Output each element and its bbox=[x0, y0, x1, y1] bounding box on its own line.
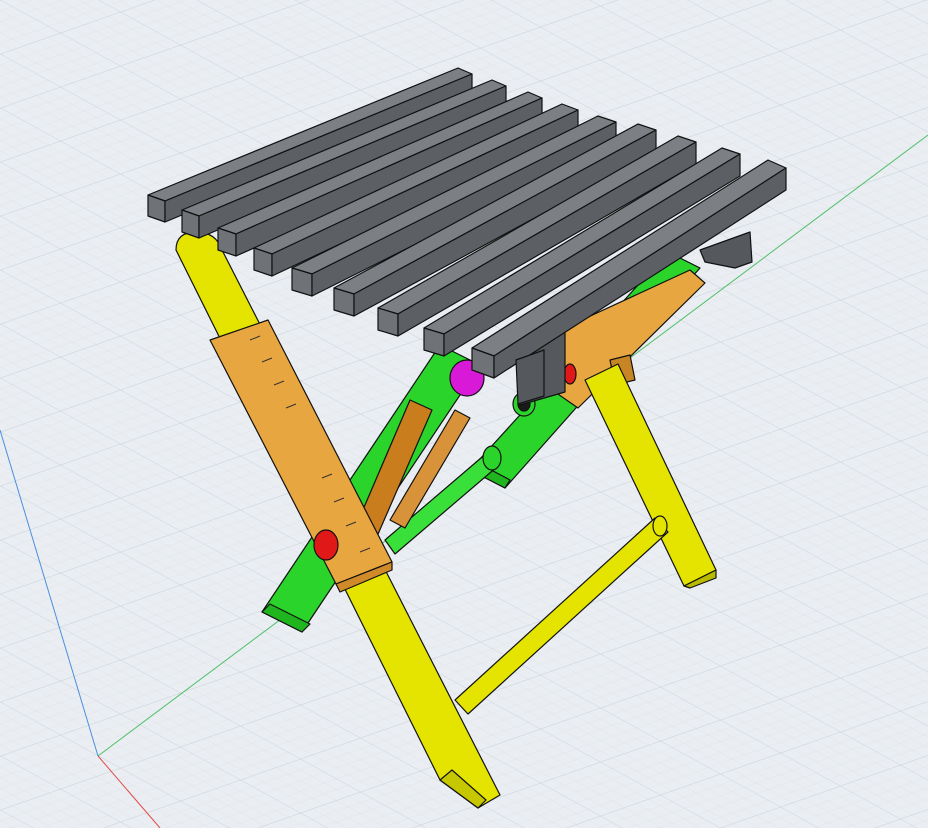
stretcher-end-cap bbox=[652, 515, 668, 537]
3d-viewport[interactable] bbox=[0, 0, 928, 828]
pivot-bolt-red[interactable] bbox=[313, 529, 339, 561]
rear-rod-end bbox=[482, 445, 502, 471]
viewport-canvas[interactable] bbox=[0, 0, 928, 828]
pivot-bolt-red-back[interactable] bbox=[563, 363, 577, 385]
seat-support-block-center bbox=[515, 349, 545, 405]
